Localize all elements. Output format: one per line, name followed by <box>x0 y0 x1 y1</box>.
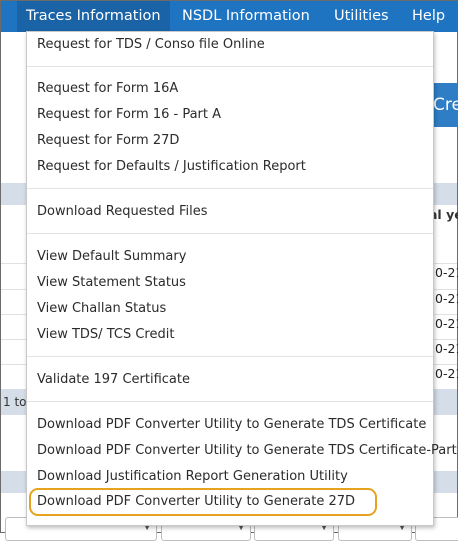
menu-item-view-challan-status[interactable]: View Challan Status <box>37 298 166 320</box>
menu-item-download-justification-report-utility[interactable]: Download Justification Report Generation… <box>37 466 348 488</box>
menu-separator <box>27 233 433 234</box>
menu-item-request-defaults-justification[interactable]: Request for Defaults / Justification Rep… <box>37 156 306 178</box>
menu-item-download-pdf-converter-tds-certificate-partb[interactable]: Download PDF Converter Utility to Genera… <box>37 440 458 462</box>
menu-help[interactable]: Help <box>412 1 445 32</box>
menu-separator <box>27 66 433 67</box>
menu-item-validate-197-certificate[interactable]: Validate 197 Certificate <box>37 369 190 391</box>
menu-separator <box>27 356 433 357</box>
traces-information-dropdown: Request for TDS / Conso file Online Requ… <box>26 31 458 526</box>
menu-item-download-pdf-converter-tds-certificate[interactable]: Download PDF Converter Utility to Genera… <box>37 414 426 436</box>
table-cell: 0-21 <box>435 341 458 356</box>
menu-nsdl-information[interactable]: NSDL Information <box>182 1 310 32</box>
highlight-outline <box>29 488 377 516</box>
table-cell: 0-21 <box>435 316 458 331</box>
menu-item-view-default-summary[interactable]: View Default Summary <box>37 246 186 268</box>
menu-item-view-statement-status[interactable]: View Statement Status <box>37 272 186 294</box>
pagination-text: 1 to <box>3 395 27 409</box>
menu-separator <box>27 188 433 189</box>
table-cell: 0-21 <box>435 291 458 306</box>
menu-item-request-form-27d[interactable]: Request for Form 27D <box>37 130 179 152</box>
menu-separator <box>27 401 433 402</box>
menu-item-request-form-16-part-a[interactable]: Request for Form 16 - Part A <box>37 104 221 126</box>
menu-item-view-tds-tcs-credit[interactable]: View TDS/ TCS Credit <box>37 324 174 346</box>
table-cell: 0-21 <box>435 265 458 280</box>
menu-traces-information[interactable]: Traces Information <box>17 1 170 32</box>
menu-item-download-requested-files[interactable]: Download Requested Files <box>37 201 207 223</box>
main-menubar: Traces Information NSDL Information Util… <box>1 1 458 32</box>
table-cell: 0-21 <box>435 366 458 381</box>
menu-item-request-form-16a[interactable]: Request for Form 16A <box>37 78 178 100</box>
menu-utilities[interactable]: Utilities <box>334 1 389 32</box>
menu-item-request-tds-conso-file[interactable]: Request for TDS / Conso file Online <box>37 34 265 56</box>
